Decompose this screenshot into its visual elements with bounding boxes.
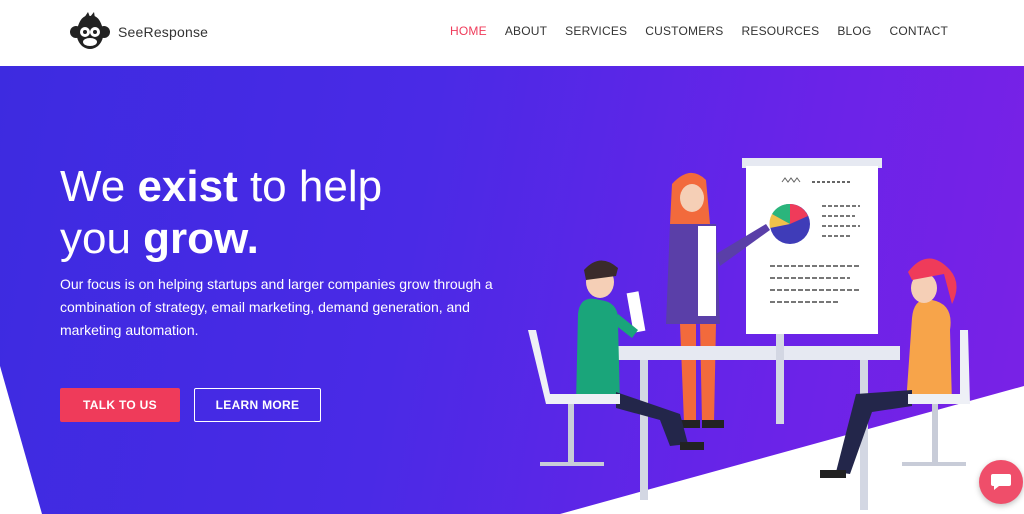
nav-item-home[interactable]: HOME: [450, 24, 487, 38]
nav-item-customers[interactable]: CUSTOMERS: [645, 24, 723, 38]
brand-logo[interactable]: SeeResponse: [68, 12, 208, 52]
nav-item-contact[interactable]: CONTACT: [889, 24, 948, 38]
learn-more-button[interactable]: LEARN MORE: [194, 388, 321, 422]
main-nav: HOME ABOUT SERVICES CUSTOMERS RESOURCES …: [432, 24, 948, 38]
nav-item-about[interactable]: ABOUT: [505, 24, 547, 38]
site-header: SeeResponse HOME ABOUT SERVICES CUSTOMER…: [0, 0, 1024, 66]
monkey-logo-icon: [70, 12, 110, 49]
chat-bubble-icon: [991, 474, 1011, 490]
talk-to-us-button[interactable]: TALK TO US: [60, 388, 180, 422]
team-meeting-illustration: [528, 158, 970, 510]
nav-item-services[interactable]: SERVICES: [565, 24, 627, 38]
hero-headline: We exist to help you grow.: [60, 162, 383, 263]
nav-item-resources[interactable]: RESOURCES: [742, 24, 820, 38]
chat-launcher-button[interactable]: [979, 460, 1023, 504]
nav-item-blog[interactable]: BLOG: [837, 24, 871, 38]
flipchart: [742, 158, 882, 334]
brand-name: SeeResponse: [118, 24, 209, 40]
hero-subtext: Our focus is on helping startups and lar…: [60, 276, 493, 338]
hero-section: We exist to help you grow. Our focus is …: [0, 66, 1024, 514]
